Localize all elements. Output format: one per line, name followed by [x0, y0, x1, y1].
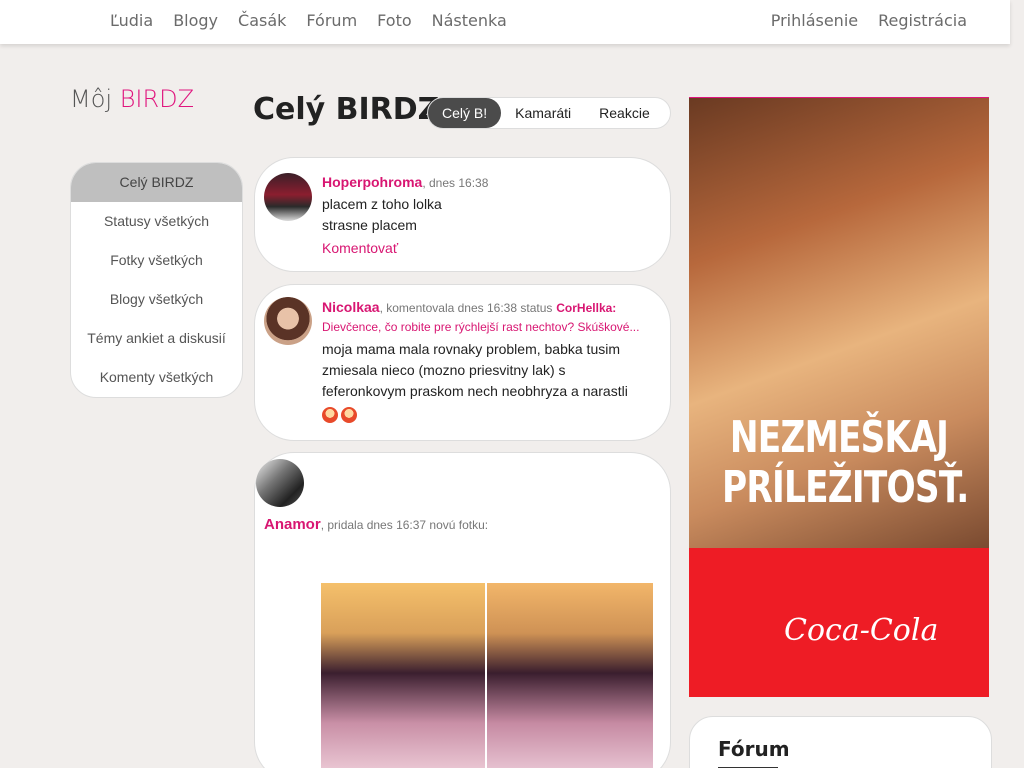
- feed-post: Anamor, pridala dnes 16:37 novú fotku:: [254, 452, 671, 768]
- ad-headline: NEZMEŠKAJ PRÍLEŽITOSŤ.: [722, 412, 969, 513]
- sidebar-title: Môj BIRDZ: [70, 85, 194, 113]
- post-meta: , pridala dnes 16:37 novú fotku:: [320, 518, 489, 532]
- avatar[interactable]: [264, 297, 312, 345]
- nav-link-blogy[interactable]: Blogy: [173, 11, 218, 30]
- post-text-line: strasne placem: [322, 217, 417, 233]
- ad-headline-line: PRÍLEŽITOSŤ.: [722, 462, 969, 513]
- post-photo[interactable]: [321, 583, 485, 768]
- forum-title: Fórum: [718, 737, 790, 761]
- top-navbar: Ľudia Blogy Časák Fórum Foto Nástenka Pr…: [0, 0, 1010, 44]
- tab-cely[interactable]: Celý B!: [428, 98, 502, 128]
- sidebar-item-statusy[interactable]: Statusy všetkých: [71, 202, 242, 241]
- account-nav: Prihlásenie Registrácia: [771, 11, 967, 30]
- nav-link-ludia[interactable]: Ľudia: [110, 11, 153, 30]
- sidebar-item-blogy[interactable]: Blogy všetkých: [71, 280, 242, 319]
- tab-kamarati[interactable]: Kamaráti: [501, 98, 585, 128]
- sidebar-item-fotky[interactable]: Fotky všetkých: [71, 241, 242, 280]
- main-nav: Ľudia Blogy Časák Fórum Foto Nástenka: [110, 11, 507, 30]
- sidebar-title-accent: BIRDZ: [119, 85, 195, 113]
- advertisement-banner[interactable]: NEZMEŠKAJ PRÍLEŽITOSŤ. Coca-Cola: [689, 97, 989, 697]
- nav-link-foto[interactable]: Foto: [377, 11, 411, 30]
- feed-tabs: Celý B! Kamaráti Reakcie: [427, 97, 671, 129]
- sidebar-menu: Celý BIRDZ Statusy všetkých Fotky všetký…: [70, 162, 243, 398]
- post-author[interactable]: Anamor: [264, 516, 321, 533]
- post-body: Nicolkaa, komentovala dnes 16:38 status …: [322, 297, 650, 425]
- nav-link-forum[interactable]: Fórum: [306, 11, 357, 30]
- avatar[interactable]: [264, 173, 312, 221]
- forum-widget: Fórum: [689, 716, 992, 768]
- sidebar-item-temy[interactable]: Témy ankiet a diskusií: [71, 319, 242, 358]
- comment-link[interactable]: Komentovať: [322, 238, 650, 259]
- post-author[interactable]: Nicolkaa: [322, 299, 380, 315]
- page-title: Celý BIRDZ: [253, 92, 440, 127]
- coca-cola-logo: Coca-Cola: [784, 613, 939, 648]
- ad-headline-line: NEZMEŠKAJ: [729, 412, 949, 463]
- comment-text: moja mama mala rovnaky problem, babka tu…: [322, 341, 628, 399]
- commented-status-text[interactable]: Dievčence, čo robite pre rýchlejší rast …: [322, 319, 650, 335]
- commented-status-author[interactable]: CorHellka:: [556, 301, 616, 315]
- sidebar-item-cely-birdz[interactable]: Celý BIRDZ: [71, 163, 242, 202]
- emoji-row: [322, 404, 650, 425]
- sidebar-title-prefix: Môj: [70, 85, 113, 113]
- feed-post: Hoperpohroma, dnes 16:38 placem z toho l…: [254, 157, 671, 272]
- tab-reakcie[interactable]: Reakcie: [585, 98, 664, 128]
- post-meta: , dnes 16:38: [422, 176, 489, 190]
- post-photo[interactable]: [487, 583, 653, 768]
- register-link[interactable]: Registrácia: [878, 11, 967, 30]
- feed-post: Nicolkaa, komentovala dnes 16:38 status …: [254, 284, 671, 441]
- avatar[interactable]: [256, 459, 304, 507]
- nav-link-casak[interactable]: Časák: [238, 11, 286, 30]
- emoji-icon[interactable]: [341, 407, 357, 424]
- post-body: Hoperpohroma, dnes 16:38 placem z toho l…: [322, 172, 650, 259]
- post-author[interactable]: Hoperpohroma: [322, 174, 422, 190]
- post-header: Anamor, pridala dnes 16:37 novú fotku:: [264, 516, 488, 533]
- post-meta: , komentovala dnes 16:38 status: [379, 301, 553, 315]
- sidebar-item-komenty[interactable]: Komenty všetkých: [71, 358, 242, 397]
- emoji-icon[interactable]: [322, 407, 338, 424]
- post-text-line: placem z toho lolka: [322, 196, 442, 212]
- nav-link-nastenka[interactable]: Nástenka: [432, 11, 507, 30]
- login-link[interactable]: Prihlásenie: [771, 11, 858, 30]
